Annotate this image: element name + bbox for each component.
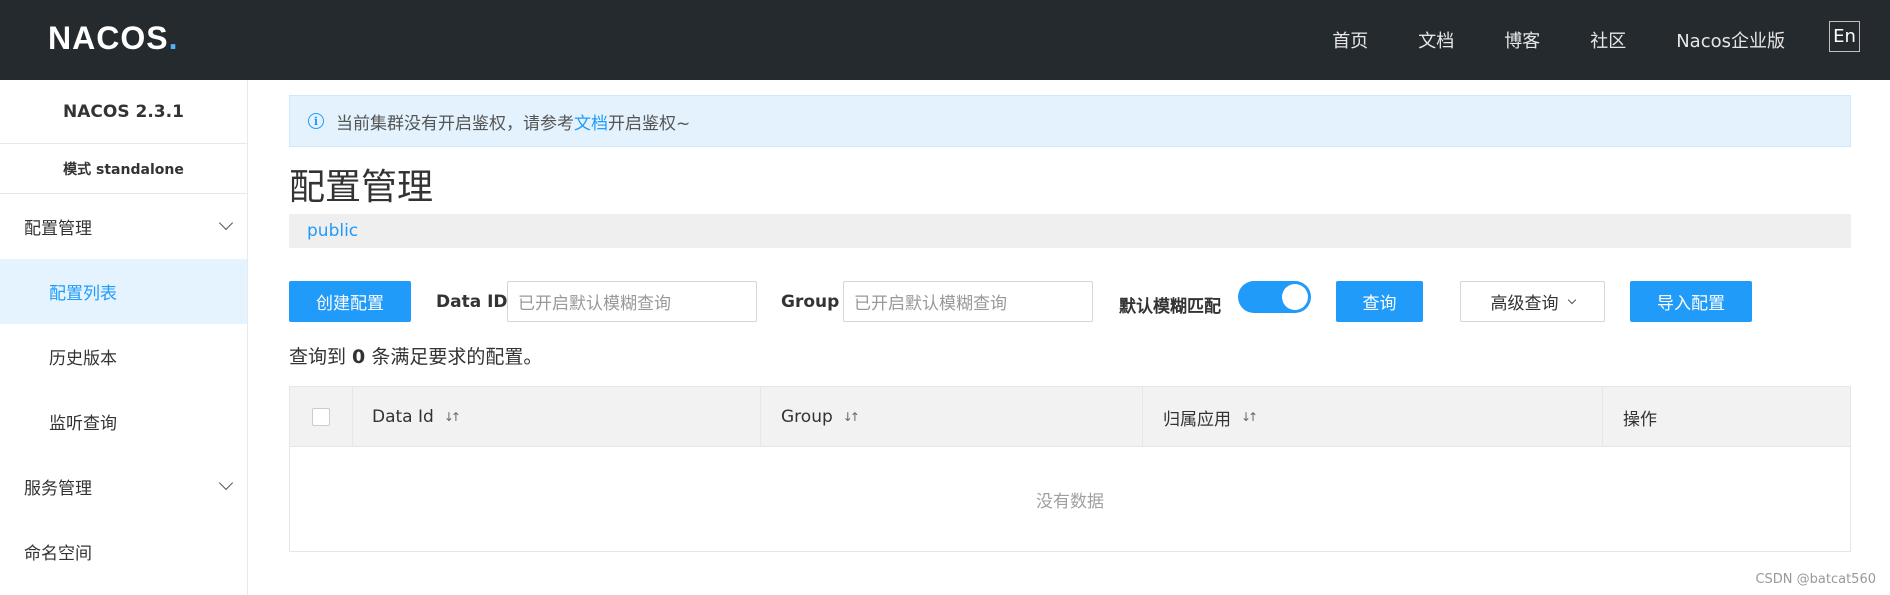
watermark: CSDN @batcat560 (1755, 572, 1876, 587)
mode-label: 模式 standalone (0, 144, 247, 194)
nacos-logo[interactable]: NACOS. (48, 18, 178, 58)
dataid-input[interactable]: 已开启默认模糊查询 (507, 281, 757, 322)
column-actions: 操作 (1603, 387, 1850, 447)
column-dataid[interactable]: Data Id ↓↑ (353, 387, 761, 447)
table-header: Data Id ↓↑ Group ↓↑ 归属应用 ↓↑ 操作 (290, 387, 1850, 447)
version-label: NACOS 2.3.1 (0, 80, 247, 144)
query-button[interactable]: 查询 (1336, 281, 1423, 322)
nav-community[interactable]: 社区 (1590, 27, 1626, 53)
sidebar-item-listener-query[interactable]: 监听查询 (0, 389, 247, 454)
advanced-query-label: 高级查询 (1490, 294, 1559, 314)
column-group[interactable]: Group ↓↑ (761, 387, 1143, 447)
sidebar-group-label: 配置管理 (24, 219, 92, 239)
namespace-bar: public (289, 214, 1851, 248)
chevron-down-icon (218, 215, 234, 231)
logo-dot: . (168, 19, 179, 56)
group-input[interactable]: 已开启默认模糊查询 (843, 281, 1093, 322)
group-label: Group (781, 292, 840, 312)
sidebar-group-service-management[interactable]: 服务管理 (0, 454, 247, 519)
toggle-knob (1282, 284, 1308, 310)
select-all-cell (290, 387, 353, 447)
top-header: NACOS. 首页 文档 博客 社区 Nacos企业版 En (0, 0, 1890, 80)
column-app[interactable]: 归属应用 ↓↑ (1143, 387, 1603, 447)
logo-text: NACOS (48, 19, 169, 56)
column-label: Data Id (372, 407, 434, 427)
empty-state: 没有数据 (1036, 491, 1104, 512)
create-config-button[interactable]: 创建配置 (289, 281, 411, 322)
sidebar-group-config-management[interactable]: 配置管理 (0, 194, 247, 259)
notice-text-prefix: 当前集群没有开启鉴权，请参考 (336, 113, 574, 134)
sidebar-item-config-list[interactable]: 配置列表 (0, 259, 247, 324)
nav-enterprise[interactable]: Nacos企业版 (1676, 27, 1785, 53)
page-title: 配置管理 (289, 167, 434, 208)
column-label: 操作 (1623, 409, 1657, 430)
sort-icon[interactable]: ↓↑ (1241, 410, 1258, 424)
sidebar-item-history[interactable]: 历史版本 (0, 324, 247, 389)
chevron-down-icon (1567, 295, 1576, 304)
sidebar-group-label: 服务管理 (24, 479, 92, 499)
language-toggle[interactable]: En (1829, 21, 1860, 52)
summary-count: 0 (352, 346, 366, 368)
notice-docs-link[interactable]: 文档 (574, 109, 608, 134)
fuzzy-match-toggle[interactable] (1238, 281, 1311, 313)
nav-docs[interactable]: 文档 (1418, 27, 1454, 53)
dataid-label: Data ID (436, 292, 508, 312)
summary-suffix: 条满足要求的配置。 (365, 346, 543, 368)
select-all-checkbox[interactable] (312, 408, 330, 426)
import-config-button[interactable]: 导入配置 (1630, 281, 1752, 322)
notice-text-suffix: 开启鉴权~ (608, 113, 691, 134)
sort-icon[interactable]: ↓↑ (843, 410, 860, 424)
chevron-down-icon (218, 475, 234, 491)
summary-prefix: 查询到 (289, 346, 353, 368)
top-nav: 首页 文档 博客 社区 Nacos企业版 (1332, 0, 1890, 80)
info-icon: i (308, 113, 324, 129)
nav-home[interactable]: 首页 (1332, 27, 1368, 53)
auth-notice: i 当前集群没有开启鉴权，请参考 文档 开启鉴权~ (289, 95, 1851, 147)
search-toolbar: 创建配置 Data ID 已开启默认模糊查询 Group 已开启默认模糊查询 默… (289, 281, 1851, 323)
nav-blog[interactable]: 博客 (1504, 27, 1540, 53)
advanced-query-button[interactable]: 高级查询 (1460, 281, 1605, 322)
sidebar-item-label: 命名空间 (24, 544, 92, 564)
namespace-public[interactable]: public (307, 221, 358, 241)
config-table: Data Id ↓↑ Group ↓↑ 归属应用 ↓↑ 操作 没有数据 (289, 386, 1851, 552)
column-label: 归属应用 (1163, 409, 1231, 430)
fuzzy-match-label: 默认模糊匹配 (1119, 297, 1221, 317)
sort-icon[interactable]: ↓↑ (444, 410, 461, 424)
sidebar-item-namespace[interactable]: 命名空间 (0, 519, 247, 584)
column-label: Group (781, 407, 833, 427)
sidebar: NACOS 2.3.1 模式 standalone 配置管理 配置列表 历史版本… (0, 80, 248, 595)
query-summary: 查询到 0 条满足要求的配置。 (289, 342, 542, 369)
